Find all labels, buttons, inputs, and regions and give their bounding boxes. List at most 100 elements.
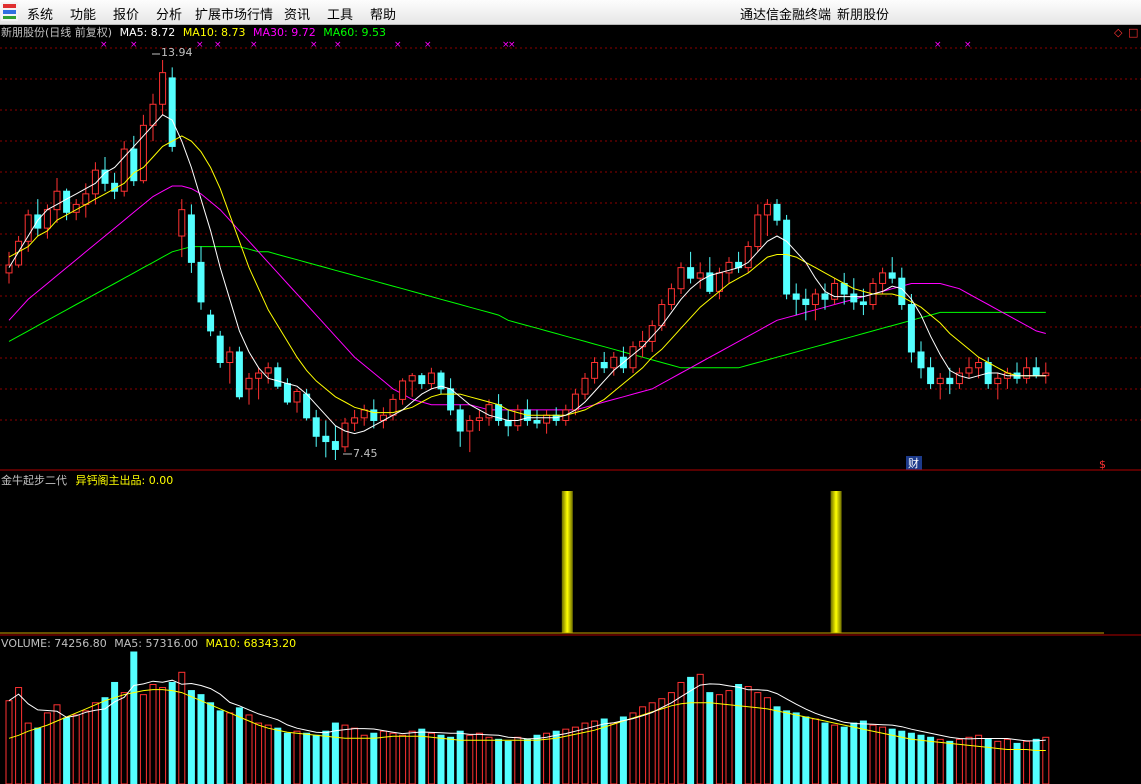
candle-body[interactable]	[965, 367, 973, 374]
menu-news[interactable]: 资讯	[284, 4, 310, 23]
volume-bar[interactable]	[811, 718, 819, 784]
volume-bar[interactable]	[34, 727, 42, 784]
volume-bar[interactable]	[370, 732, 378, 784]
volume-bar[interactable]	[802, 716, 810, 784]
volume-bar[interactable]	[514, 736, 522, 784]
volume-bar[interactable]	[255, 722, 263, 784]
candle-body[interactable]	[475, 417, 483, 421]
volume-bar[interactable]	[629, 712, 637, 784]
candle-body[interactable]	[331, 441, 339, 450]
candle-body[interactable]	[322, 435, 330, 443]
volume-bar[interactable]	[831, 724, 839, 784]
menu-quote[interactable]: 报价	[113, 4, 139, 23]
volume-bar[interactable]	[187, 690, 195, 784]
candle-body[interactable]	[543, 414, 551, 424]
volume-bar[interactable]	[245, 714, 253, 784]
volume-bar[interactable]	[53, 704, 61, 784]
volume-bar[interactable]	[562, 728, 570, 784]
candle-body[interactable]	[24, 214, 32, 242]
volume-bars[interactable]	[5, 651, 1050, 784]
volume-bar[interactable]	[523, 738, 531, 784]
candle-body[interactable]	[802, 298, 810, 306]
menu-help[interactable]: 帮助	[370, 4, 396, 23]
volume-bar[interactable]	[312, 734, 320, 784]
volume-bar[interactable]	[341, 724, 349, 784]
volume-bar[interactable]	[658, 698, 666, 784]
candle-body[interactable]	[418, 375, 426, 385]
volume-bar[interactable]	[63, 717, 71, 784]
candle-body[interactable]	[936, 377, 944, 385]
volume-bar[interactable]	[360, 734, 368, 784]
menu-function[interactable]: 功能	[70, 4, 96, 23]
candle-body[interactable]	[351, 417, 359, 424]
volume-bar[interactable]	[975, 734, 983, 784]
volume-bar[interactable]	[264, 724, 272, 784]
candle-body[interactable]	[504, 419, 512, 427]
corner-icon-square[interactable]: □	[1128, 26, 1138, 39]
candle-body[interactable]	[610, 356, 618, 369]
volume-bar[interactable]	[207, 702, 215, 784]
candle-body[interactable]	[466, 419, 474, 432]
volume-bar[interactable]	[792, 712, 800, 784]
candle-body[interactable]	[274, 367, 282, 387]
candle-body[interactable]	[226, 351, 234, 364]
volume-bar[interactable]	[744, 686, 752, 784]
volume-bar[interactable]	[235, 707, 243, 784]
candle-body[interactable]	[946, 377, 954, 385]
candle-body[interactable]	[696, 272, 704, 279]
volume-bar[interactable]	[485, 736, 493, 784]
volume-bar[interactable]	[763, 697, 771, 784]
volume-bar[interactable]	[197, 694, 205, 784]
volume-bar[interactable]	[130, 651, 138, 784]
volume-bar[interactable]	[274, 727, 282, 784]
volume-bar[interactable]	[619, 716, 627, 784]
candle-body[interactable]	[1023, 367, 1031, 379]
volume-bar[interactable]	[754, 692, 762, 784]
volume-bar[interactable]	[715, 694, 723, 784]
volume-bar[interactable]	[351, 727, 359, 784]
candle-body[interactable]	[456, 409, 464, 432]
candle-body[interactable]	[783, 219, 791, 295]
candle-body[interactable]	[399, 380, 407, 400]
volume-bar[interactable]	[43, 712, 51, 784]
candle-body[interactable]	[927, 367, 935, 385]
volume-bar[interactable]	[475, 732, 483, 784]
volume-bar[interactable]	[408, 730, 416, 784]
volume-bar[interactable]	[303, 732, 311, 784]
volume-bar[interactable]	[456, 730, 464, 784]
volume-bar[interactable]	[389, 732, 397, 784]
volume-bar[interactable]	[927, 736, 935, 784]
candle-body[interactable]	[994, 377, 1002, 385]
candle-body[interactable]	[91, 169, 99, 195]
volume-bar[interactable]	[495, 738, 503, 784]
volume-bar[interactable]	[466, 734, 474, 784]
candle-body[interactable]	[677, 267, 685, 290]
candle-body[interactable]	[581, 377, 589, 395]
volume-bar[interactable]	[504, 740, 512, 784]
volume-bar[interactable]	[917, 734, 925, 784]
volume-bar[interactable]	[735, 683, 743, 784]
candle-body[interactable]	[687, 267, 695, 279]
volume-bar[interactable]	[139, 694, 147, 784]
candle-body[interactable]	[216, 335, 224, 364]
candle-body[interactable]	[149, 103, 157, 126]
volume-bar[interactable]	[226, 712, 234, 784]
candle-body[interactable]	[715, 272, 723, 292]
volume-bar[interactable]	[149, 683, 157, 784]
finance-marker-icon[interactable]: 财	[908, 456, 919, 470]
volume-bar[interactable]	[216, 710, 224, 784]
volume-bar[interactable]	[936, 738, 944, 784]
volume-bar[interactable]	[639, 706, 647, 784]
volume-bar[interactable]	[178, 671, 186, 784]
volume-bar[interactable]	[331, 722, 339, 784]
menu-system[interactable]: 系统	[27, 4, 53, 23]
volume-bar[interactable]	[1023, 740, 1031, 784]
candle-body[interactable]	[255, 372, 263, 379]
volume-bar[interactable]	[552, 730, 560, 784]
candle-body[interactable]	[667, 288, 675, 306]
volume-bar[interactable]	[72, 714, 80, 784]
candle-body[interactable]	[744, 246, 752, 269]
volume-bar[interactable]	[120, 692, 128, 784]
dollar-marker-icon[interactable]: $	[1099, 458, 1106, 471]
volume-bar[interactable]	[322, 730, 330, 784]
